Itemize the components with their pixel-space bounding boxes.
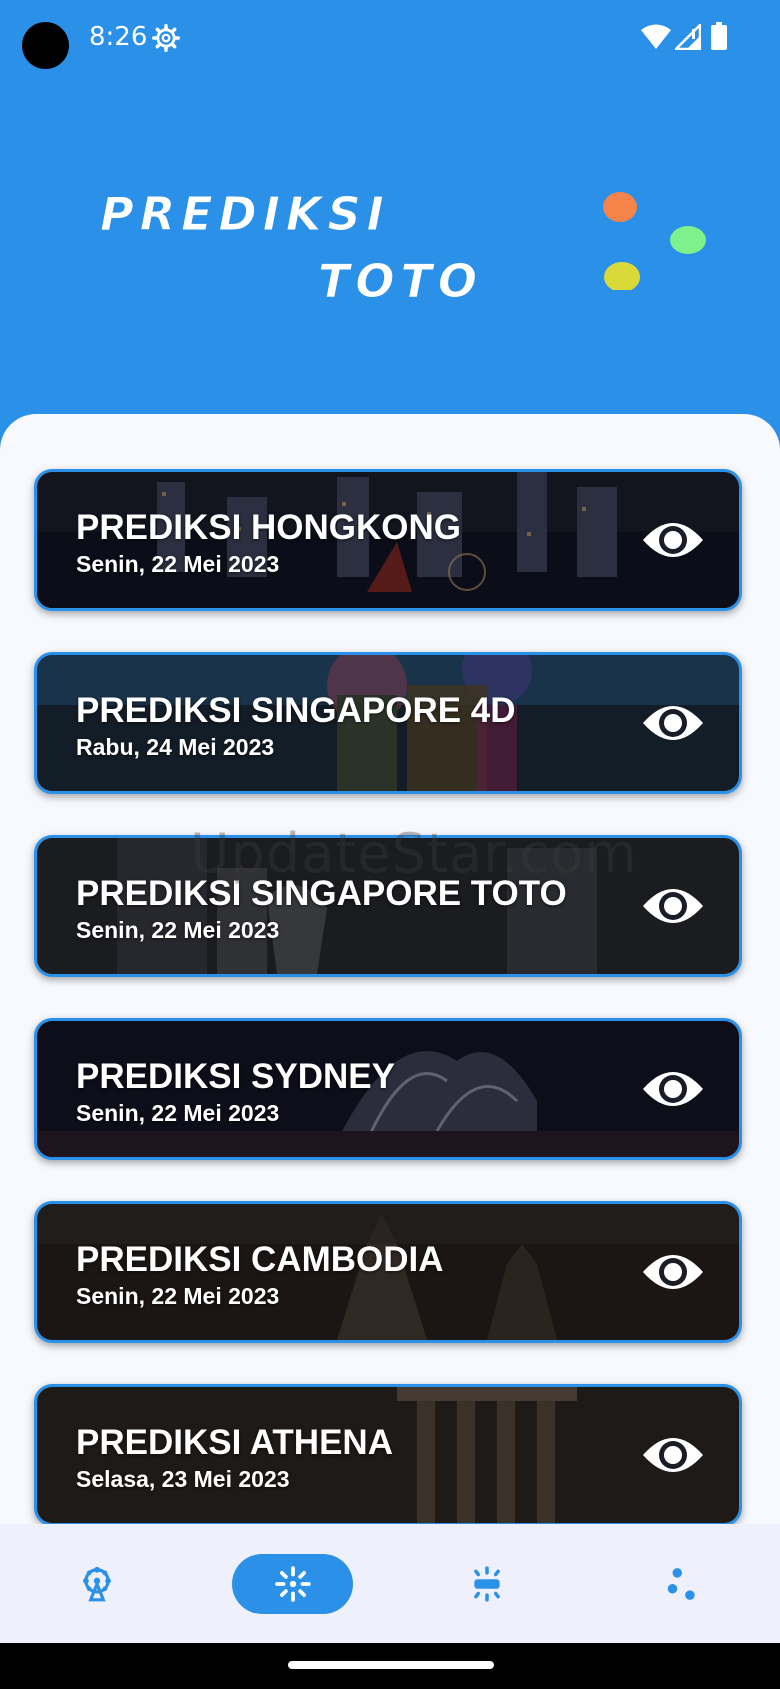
- prediction-list: PREDIKSI HONGKONG Senin, 22 Mei 2023 PRE…: [0, 414, 780, 1524]
- status-bar: 8:26: [0, 0, 780, 80]
- prediksi-toto-logo: PREDIKSI TOTO: [70, 187, 483, 309]
- bottom-navigation: [0, 1524, 780, 1643]
- card-date: Senin, 22 Mei 2023: [76, 917, 280, 943]
- card-cambodia[interactable]: PREDIKSI CAMBODIA Senin, 22 Mei 2023: [34, 1201, 742, 1343]
- card-title: PREDIKSI HONGKONG: [76, 508, 462, 547]
- card-title: PREDIKSI SYDNEY: [76, 1057, 395, 1096]
- eye-icon[interactable]: [641, 514, 705, 566]
- card-hongkong[interactable]: PREDIKSI HONGKONG Senin, 22 Mei 2023: [34, 469, 742, 611]
- signal-icon: [675, 24, 701, 50]
- status-time: 8:26: [89, 22, 148, 52]
- eye-icon[interactable]: [641, 697, 705, 749]
- lottery-balls: [603, 192, 706, 290]
- ferris-wheel-icon: [83, 1566, 111, 1602]
- card-title: PREDIKSI CAMBODIA: [76, 1240, 444, 1279]
- nav-item-sparkle[interactable]: [232, 1554, 353, 1614]
- card-singapore-4d[interactable]: PREDIKSI SINGAPORE 4D Rabu, 24 Mei 2023: [34, 652, 742, 794]
- card-date: Senin, 22 Mei 2023: [76, 551, 280, 577]
- card-title: PREDIKSI ATHENA: [76, 1423, 393, 1462]
- logo-line2: TOTO: [318, 254, 483, 308]
- header: PREDIKSI TOTO: [0, 80, 780, 414]
- wifi-icon: [641, 24, 671, 49]
- card-title: PREDIKSI SINGAPORE 4D: [76, 691, 516, 730]
- logo-line1: PREDIKSI: [100, 187, 390, 241]
- nav-item-dots[interactable]: [650, 1554, 714, 1614]
- card-title: PREDIKSI SINGAPORE TOTO: [76, 874, 567, 913]
- card-date: Senin, 22 Mei 2023: [76, 1100, 280, 1126]
- card-sydney[interactable]: PREDIKSI SYDNEY Senin, 22 Mei 2023: [34, 1018, 742, 1160]
- sparkle-icon: [274, 1566, 311, 1602]
- nav-item-ferris-wheel[interactable]: [65, 1554, 129, 1614]
- card-date: Rabu, 24 Mei 2023: [76, 734, 275, 760]
- card-athena[interactable]: PREDIKSI ATHENA Selasa, 23 Mei 2023: [34, 1384, 742, 1524]
- eye-icon[interactable]: [641, 1246, 705, 1298]
- eye-icon[interactable]: [641, 1429, 705, 1481]
- card-singapore-toto[interactable]: PREDIKSI SINGAPORE TOTO Senin, 22 Mei 20…: [34, 835, 742, 977]
- eye-icon[interactable]: [641, 880, 705, 932]
- battery-icon: [711, 22, 727, 50]
- eye-icon[interactable]: [641, 1063, 705, 1115]
- home-indicator[interactable]: [288, 1661, 494, 1669]
- card-date: Selasa, 23 Mei 2023: [76, 1466, 290, 1492]
- nav-item-lamp[interactable]: [455, 1554, 519, 1614]
- dots-icon: [667, 1568, 695, 1600]
- camera-cutout: [22, 22, 69, 69]
- lamp-icon: [474, 1566, 500, 1602]
- gear-icon: [152, 24, 180, 52]
- card-date: Senin, 22 Mei 2023: [76, 1283, 280, 1309]
